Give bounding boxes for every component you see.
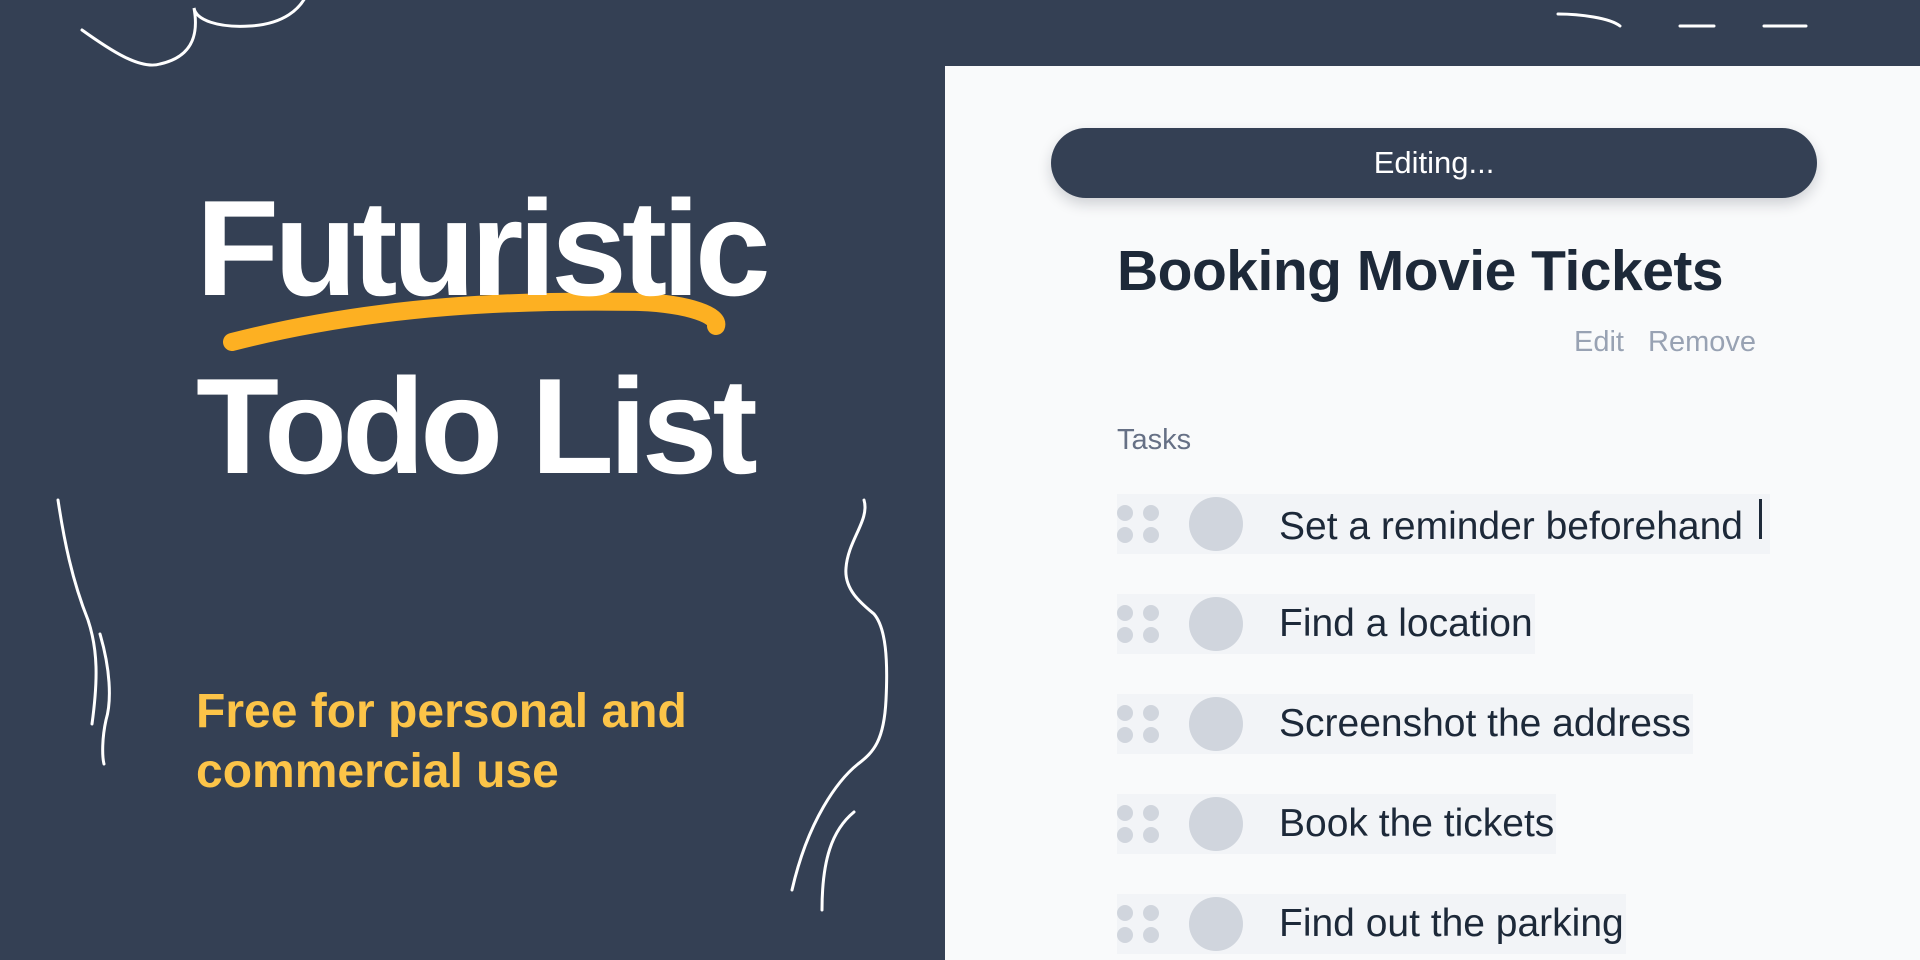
check-circle-icon[interactable] xyxy=(1189,697,1243,751)
check-circle-icon[interactable] xyxy=(1189,897,1243,951)
hero-title-line2: Todo List xyxy=(196,350,758,502)
task-row[interactable]: Screenshot the address xyxy=(1117,694,1693,754)
task-row[interactable]: Find a location xyxy=(1117,594,1535,654)
check-circle-icon[interactable] xyxy=(1189,597,1243,651)
todo-editor-panel: Editing... Booking Movie Tickets Edit Re… xyxy=(945,66,1920,960)
drag-handle-icon[interactable] xyxy=(1117,603,1159,645)
task-text[interactable]: Find out the parking xyxy=(1279,902,1626,946)
task-row[interactable]: Book the tickets xyxy=(1117,794,1557,854)
drag-handle-icon[interactable] xyxy=(1117,703,1159,745)
text-caret-icon xyxy=(1758,499,1762,539)
drag-handle-icon[interactable] xyxy=(1117,503,1159,545)
check-circle-icon[interactable] xyxy=(1189,497,1243,551)
tasks-section-label: Tasks xyxy=(1117,424,1192,456)
drag-handle-icon[interactable] xyxy=(1117,903,1159,945)
task-row[interactable]: Find out the parking xyxy=(1117,894,1626,954)
task-text[interactable]: Screenshot the address xyxy=(1279,702,1693,746)
editing-status-bar: Editing... xyxy=(1051,128,1817,198)
status-text: Editing... xyxy=(1373,145,1495,180)
check-circle-icon[interactable] xyxy=(1189,797,1243,851)
todo-title[interactable]: Booking Movie Tickets xyxy=(1117,238,1724,304)
remove-link[interactable]: Remove xyxy=(1648,326,1756,359)
task-row[interactable]: Set a reminder beforehand xyxy=(1117,494,1770,554)
task-text-input[interactable]: Set a reminder beforehand xyxy=(1279,499,1770,549)
task-text[interactable]: Book the tickets xyxy=(1279,802,1556,846)
hero-section: Futuristic Todo List Free for personal a… xyxy=(0,0,945,960)
edit-link[interactable]: Edit xyxy=(1574,326,1624,359)
tagline: Free for personal and commercial use xyxy=(196,685,687,798)
todo-actions: Edit Remove xyxy=(1574,326,1756,359)
drag-handle-icon[interactable] xyxy=(1117,803,1159,845)
task-text[interactable]: Find a location xyxy=(1279,602,1535,646)
hero-title-line1: Futuristic xyxy=(196,172,771,324)
